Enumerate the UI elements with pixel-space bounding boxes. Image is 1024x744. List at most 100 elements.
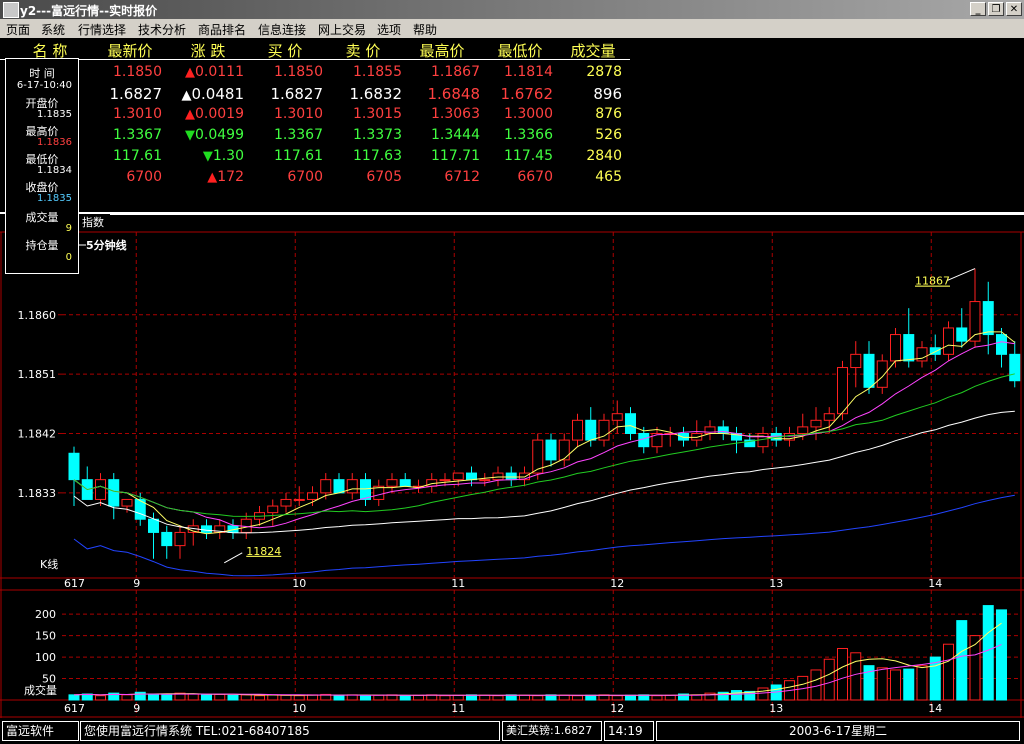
volume-bar bbox=[452, 694, 464, 701]
volume-bar bbox=[439, 695, 451, 701]
quote-high-price: 6712 bbox=[444, 169, 480, 185]
volume-bar bbox=[399, 695, 411, 701]
volume-bar bbox=[876, 667, 888, 701]
change-value: 0.0499 bbox=[195, 127, 244, 143]
arrow-down-icon: ▼ bbox=[202, 149, 213, 164]
status-banner: 您使用富远行情系统 TEL:021-68407185 bbox=[80, 721, 500, 741]
price-tick-label: 1.1842 bbox=[18, 427, 57, 440]
app-icon[interactable] bbox=[3, 2, 19, 18]
volume-bar bbox=[360, 695, 371, 701]
candle-up bbox=[121, 498, 133, 507]
menu-help[interactable]: 帮助 bbox=[413, 21, 437, 38]
menu-system[interactable]: 系统 bbox=[41, 21, 65, 38]
candle-down bbox=[399, 479, 411, 487]
volume-time-tick-label: 13 bbox=[769, 702, 783, 715]
candle-up bbox=[890, 334, 901, 362]
quote-row[interactable]: 6700 ▲172 6700 6705 6712 6670 465 bbox=[0, 169, 630, 190]
header-low[interactable]: 最低价 bbox=[490, 40, 550, 61]
quote-change: ▲0.0111 bbox=[185, 64, 244, 80]
price-tick-label: 1.1851 bbox=[18, 368, 57, 381]
volume-bar bbox=[823, 658, 835, 701]
header-latest[interactable]: 最新价 bbox=[100, 40, 160, 61]
candle-down bbox=[863, 353, 875, 388]
quote-volume: 465 bbox=[595, 169, 622, 185]
volume-bar bbox=[757, 687, 769, 701]
candle-down bbox=[956, 327, 968, 342]
volume-bar bbox=[519, 694, 530, 701]
volume-bar bbox=[280, 694, 292, 701]
candle-down bbox=[678, 432, 689, 441]
arrow-up-icon: ▲ bbox=[185, 65, 195, 80]
candle-up bbox=[876, 360, 888, 388]
menu-options[interactable]: 选项 bbox=[377, 21, 401, 38]
quote-volume: 2878 bbox=[586, 64, 622, 80]
close-value: 1.1835 bbox=[37, 193, 72, 204]
candle-down bbox=[982, 301, 994, 336]
quote-latest-price: 1.6827 bbox=[109, 85, 163, 103]
candle-info-panel: 时 间 6-17-10:40 开盘价 1.1835 最高价 1.1836 最低价… bbox=[5, 58, 79, 274]
quote-row[interactable]: 1.6827 ▲0.0481 1.6827 1.6832 1.6848 1.6762 896 bbox=[0, 85, 630, 106]
header-bid[interactable]: 买 价 bbox=[255, 40, 315, 61]
quote-low-price: 117.45 bbox=[504, 148, 553, 164]
arrow-up-icon: ▲ bbox=[181, 88, 192, 103]
volume-bar bbox=[850, 652, 862, 701]
change-value: 0.0111 bbox=[195, 64, 244, 80]
candle-up bbox=[572, 419, 583, 441]
candle-down bbox=[466, 472, 477, 481]
candle-up bbox=[943, 327, 954, 355]
restore-button[interactable]: ❐ bbox=[988, 2, 1004, 16]
minimize-button[interactable]: _ bbox=[970, 2, 986, 16]
time-tick-label: 9 bbox=[133, 577, 140, 590]
quote-low-price: 1.1814 bbox=[504, 64, 553, 80]
quote-change: ▲0.0481 bbox=[182, 85, 245, 103]
close-button[interactable]: ✕ bbox=[1006, 2, 1022, 16]
volume-time-tick-label: 10 bbox=[292, 702, 306, 715]
title-bar: y2---富远行情--实时报价 _ ❐ ✕ bbox=[0, 0, 1024, 19]
candle-down bbox=[201, 525, 212, 533]
quote-ask-price: 1.3015 bbox=[353, 106, 402, 122]
volume-bar bbox=[214, 693, 226, 701]
change-value: 0.0481 bbox=[191, 85, 245, 103]
menu-page[interactable]: 页面 bbox=[6, 21, 30, 38]
high-value: 1.1836 bbox=[37, 137, 72, 148]
low-value: 1.1834 bbox=[37, 165, 72, 176]
candle-down bbox=[545, 439, 557, 461]
volume-bar bbox=[161, 694, 173, 701]
header-volume[interactable]: 成交量 bbox=[563, 40, 623, 61]
quote-row[interactable]: 1.1850 ▲0.0111 1.1850 1.1855 1.1867 1.1814 287… bbox=[0, 64, 630, 85]
header-ask[interactable]: 卖 价 bbox=[333, 40, 393, 61]
menu-info-link[interactable]: 信息连接 bbox=[258, 21, 306, 38]
menu-online-trade[interactable]: 网上交易 bbox=[318, 21, 366, 38]
status-bar: 富远软件 您使用富远行情系统 TEL:021-68407185 美汇英镑:1.6… bbox=[0, 718, 1024, 744]
brand-label: 富远软件 bbox=[2, 721, 79, 741]
chart-period-label: 5分钟线 bbox=[86, 238, 127, 252]
candle-up bbox=[492, 472, 504, 481]
menu-market-select[interactable]: 行情选择 bbox=[78, 21, 126, 38]
header-change[interactable]: 涨 跌 bbox=[178, 40, 238, 61]
menu-ranking[interactable]: 商品排名 bbox=[198, 21, 246, 38]
volume-time-tick-label: 12 bbox=[610, 702, 624, 715]
quote-change: ▲0.0019 bbox=[185, 106, 244, 122]
tab-index[interactable]: 指数 bbox=[80, 214, 110, 230]
quote-row[interactable]: 117.61 ▼1.30 117.61 117.63 117.71 117.45 2840 bbox=[0, 148, 630, 169]
candle-up bbox=[837, 367, 848, 415]
kline-chart[interactable]: 5分钟线 K线 成交量 1.18601.18511.18421.18332001… bbox=[0, 212, 1024, 718]
chart-area[interactable]: 5分钟线 K线 成交量 1.1860 1.1851 1.1842 1.1833 200 1… bbox=[0, 212, 1024, 718]
arrow-up-icon: ▲ bbox=[185, 107, 195, 122]
quote-bid-price: 1.3367 bbox=[274, 127, 323, 143]
status-date: 2003-6-17星期二 bbox=[656, 721, 1020, 741]
candle-up bbox=[810, 419, 822, 428]
volume-bar bbox=[532, 695, 544, 701]
volume-time-tick-label: 9 bbox=[133, 702, 140, 715]
candle-up bbox=[267, 505, 279, 514]
volume-bar bbox=[625, 694, 636, 701]
quote-row[interactable]: 1.3367 ▼0.0499 1.3367 1.3373 1.3444 1.3366 526 bbox=[0, 127, 630, 148]
quote-ask-price: 1.3373 bbox=[353, 127, 402, 143]
quote-change: ▲172 bbox=[207, 169, 244, 185]
price-tick-label: 1.1833 bbox=[18, 487, 57, 500]
header-high[interactable]: 最高价 bbox=[412, 40, 472, 61]
quote-latest-price: 1.3010 bbox=[113, 106, 162, 122]
menu-technical-analysis[interactable]: 技术分析 bbox=[138, 21, 186, 38]
volume-bar bbox=[187, 693, 199, 701]
quote-row[interactable]: 1.3010 ▲0.0019 1.3010 1.3015 1.3063 1.3000 876 bbox=[0, 106, 630, 127]
